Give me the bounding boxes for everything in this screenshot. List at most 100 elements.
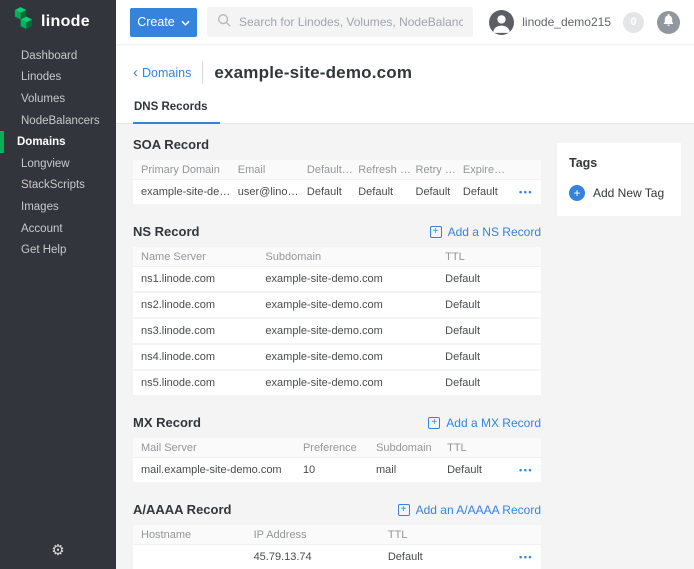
add-record-icon: + — [430, 226, 442, 238]
main-area: Create linode_demo215 0 — [116, 0, 694, 569]
column-header: IP Address — [251, 529, 385, 541]
ns-record-table: Name ServerSubdomainTTLns1.linode.comexa… — [133, 247, 541, 397]
cell: example-site-demo.com — [262, 325, 442, 337]
section-title-soa: SOA Record — [133, 137, 209, 152]
sidebar-item-linodes[interactable]: Linodes — [0, 67, 116, 89]
ns-section-header: NS Record + Add a NS Record — [133, 224, 541, 239]
table-row: mail.example-site-demo.com10mailDefault•… — [133, 458, 541, 484]
plus-circle-icon: + — [569, 185, 585, 201]
create-button[interactable]: Create — [130, 8, 197, 37]
table-row: ns4.linode.comexample-site-demo.comDefau… — [133, 345, 541, 371]
row-actions-button[interactable]: ••• — [519, 187, 533, 197]
username[interactable]: linode_demo215 — [522, 15, 611, 29]
column-header: TTL — [444, 442, 507, 454]
right-column: Tags + Add New Tag — [557, 137, 681, 569]
sidebar-item-longview[interactable]: Longview — [0, 153, 116, 175]
search-bar — [207, 7, 473, 37]
add-mx-record-link[interactable]: + Add a MX Record — [428, 416, 541, 430]
cell: Default — [460, 186, 507, 198]
section-title-ns: NS Record — [133, 224, 199, 239]
column-header: Retry Rate — [413, 164, 460, 176]
user-avatar[interactable] — [489, 10, 514, 35]
breadcrumb: ‹ Domains example-site-demo.com — [133, 61, 694, 84]
notifications-button[interactable] — [657, 11, 680, 34]
chevron-left-icon: ‹ — [133, 67, 138, 79]
section-title-mx: MX Record — [133, 415, 201, 430]
content-area: SOA Record Primary DomainEmailDefault TT… — [116, 124, 694, 569]
mx-record-table: Mail ServerPreferenceSubdomainTTLmail.ex… — [133, 438, 541, 484]
soa-section-header: SOA Record — [133, 137, 541, 152]
cell: 10 — [300, 464, 373, 476]
cell: example-site-demo.com — [262, 299, 442, 311]
sidebar-item-stackscripts[interactable]: StackScripts — [0, 175, 116, 197]
table-header-row: Mail ServerPreferenceSubdomainTTL — [133, 438, 541, 458]
chevron-down-icon — [181, 15, 190, 29]
section-title-a-aaaa: A/AAAA Record — [133, 502, 231, 517]
cell: Default — [442, 351, 533, 363]
cell: example-site-demo.com — [262, 273, 442, 285]
column-header: Mail Server — [138, 442, 300, 454]
row-actions-button[interactable]: ••• — [519, 552, 533, 562]
column-header: Hostname — [138, 529, 251, 541]
table-header-row: Primary DomainEmailDefault TTLRefresh Ra… — [133, 160, 541, 180]
sidebar-item-get-help[interactable]: Get Help — [0, 239, 116, 261]
cell: ns4.linode.com — [138, 351, 262, 363]
tags-panel: Tags + Add New Tag — [557, 143, 681, 216]
cell: ns3.linode.com — [138, 325, 262, 337]
column-header: Subdomain — [373, 442, 444, 454]
column-header: Default TTL — [304, 164, 355, 176]
cell: 45.79.13.74 — [251, 551, 385, 563]
add-new-tag-button[interactable]: + Add New Tag — [569, 185, 669, 201]
settings-gear-icon[interactable]: ⚙ — [51, 541, 64, 559]
bell-icon — [663, 13, 674, 31]
column-header: Refresh Rate — [355, 164, 412, 176]
column-header: Expire Time — [460, 164, 507, 176]
table-row: 45.79.13.74Default••• — [133, 545, 541, 569]
table-row: ns5.linode.comexample-site-demo.comDefau… — [133, 371, 541, 397]
tags-panel-title: Tags — [569, 156, 669, 170]
cell: example-site-demo.com — [138, 186, 235, 198]
sidebar-item-volumes[interactable]: Volumes — [0, 88, 116, 110]
search-input[interactable] — [239, 15, 463, 29]
column-header: Subdomain — [262, 251, 442, 263]
add-ns-record-link[interactable]: + Add a NS Record — [430, 225, 541, 239]
logo-text: linode — [41, 13, 90, 31]
breadcrumb-back-link[interactable]: ‹ Domains — [133, 66, 191, 80]
row-actions-button[interactable]: ••• — [519, 465, 533, 475]
soa-record-table: Primary DomainEmailDefault TTLRefresh Ra… — [133, 160, 541, 206]
column-header: Primary Domain — [138, 164, 235, 176]
cell: Default — [442, 299, 533, 311]
cell: ns2.linode.com — [138, 299, 262, 311]
cell: mail.example-site-demo.com — [138, 464, 300, 476]
a-aaaa-record-table: HostnameIP AddressTTL 45.79.13.74Default•… — [133, 525, 541, 569]
table-row: example-site-demo.comuser@linode.comDefa… — [133, 180, 541, 206]
cell: ns5.linode.com — [138, 377, 262, 389]
records-column: SOA Record Primary DomainEmailDefault TT… — [133, 137, 541, 569]
cell: example-site-demo.com — [262, 377, 442, 389]
a-aaaa-section-header: A/AAAA Record + Add an A/AAAA Record — [133, 502, 541, 517]
cell: Default — [444, 464, 507, 476]
cell: Default — [442, 377, 533, 389]
page-title: example-site-demo.com — [214, 63, 412, 83]
column-header: Preference — [300, 442, 373, 454]
sidebar-item-dashboard[interactable]: Dashboard — [0, 45, 116, 67]
column-header: TTL — [385, 529, 507, 541]
column-header: TTL — [442, 251, 533, 263]
cell: user@linode.com — [235, 186, 304, 198]
sidebar-item-images[interactable]: Images — [0, 196, 116, 218]
table-row: ns3.linode.comexample-site-demo.comDefau… — [133, 319, 541, 345]
add-record-icon: + — [428, 417, 440, 429]
linode-cloud-manager: linode DashboardLinodesVolumesNodeBalanc… — [0, 0, 694, 569]
linode-logo[interactable]: linode — [0, 0, 116, 44]
sidebar-nav: DashboardLinodesVolumesNodeBalancersDoma… — [0, 44, 116, 261]
linode-cube-icon — [13, 7, 34, 37]
cell: Default — [304, 186, 355, 198]
tab-dns-records[interactable]: DNS Records — [133, 101, 220, 124]
cell: Default — [442, 325, 533, 337]
add-a-aaaa-record-link[interactable]: + Add an A/AAAA Record — [398, 503, 541, 517]
notification-count-badge[interactable]: 0 — [623, 12, 644, 33]
sidebar-item-account[interactable]: Account — [0, 218, 116, 240]
sidebar-item-nodebalancers[interactable]: NodeBalancers — [0, 110, 116, 132]
sidebar-item-domains[interactable]: Domains — [0, 131, 116, 153]
mx-section-header: MX Record + Add a MX Record — [133, 415, 541, 430]
